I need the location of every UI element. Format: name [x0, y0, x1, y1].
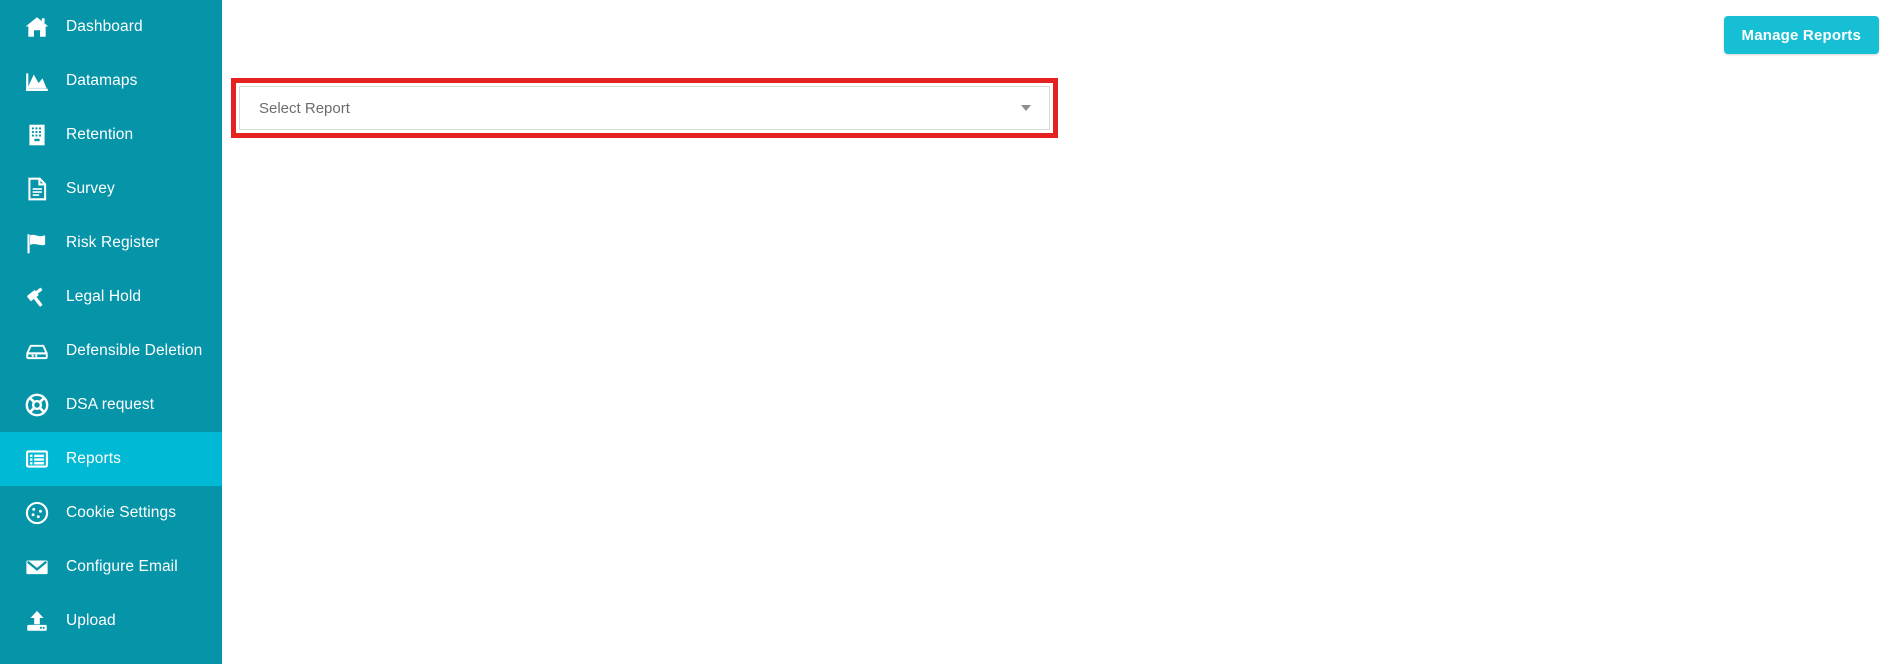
upload-icon [22, 606, 52, 636]
sidebar-item-label: Upload [66, 612, 116, 629]
sidebar-item-upload[interactable]: Upload [0, 594, 222, 648]
sidebar-item-label: Cookie Settings [66, 504, 177, 521]
sidebar-item-survey[interactable]: Survey [0, 162, 222, 216]
sidebar-item-dashboard[interactable]: Dashboard [0, 0, 222, 54]
sidebar-item-defensible-deletion[interactable]: Defensible Deletion [0, 324, 222, 378]
sidebar-item-label: Survey [66, 180, 115, 197]
lifebuoy-icon [22, 390, 52, 420]
sidebar-item-configure-email[interactable]: Configure Email [0, 540, 222, 594]
sidebar-item-label: DSA request [66, 396, 155, 413]
sidebar-item-label: Retention [66, 126, 134, 143]
envelope-icon [22, 552, 52, 582]
sidebar-item-retention[interactable]: Retention [0, 108, 222, 162]
list-report-icon [22, 444, 52, 474]
main-content: Manage Reports Select Report [222, 0, 1903, 664]
document-icon [22, 174, 52, 204]
report-select[interactable]: Select Report [239, 86, 1050, 130]
flag-icon [22, 228, 52, 258]
building-icon [22, 120, 52, 150]
sidebar-item-label: Risk Register [66, 234, 160, 251]
hard-drive-icon [22, 336, 52, 366]
app-root: Dashboard Datamaps Retention Survey Risk… [0, 0, 1903, 664]
manage-reports-button[interactable]: Manage Reports [1723, 16, 1879, 54]
sidebar: Dashboard Datamaps Retention Survey Risk… [0, 0, 222, 664]
cookie-icon [22, 498, 52, 528]
sidebar-item-label: Reports [66, 450, 121, 467]
sidebar-item-label: Configure Email [66, 558, 178, 575]
sidebar-item-datamaps[interactable]: Datamaps [0, 54, 222, 108]
home-icon [22, 12, 52, 42]
sidebar-item-dsa-request[interactable]: DSA request [0, 378, 222, 432]
sidebar-item-risk-register[interactable]: Risk Register [0, 216, 222, 270]
sidebar-item-label: Dashboard [66, 18, 143, 35]
chevron-down-icon[interactable] [1013, 87, 1039, 129]
sidebar-item-legal-hold[interactable]: Legal Hold [0, 270, 222, 324]
sidebar-item-label: Defensible Deletion [66, 342, 203, 359]
report-select-placeholder: Select Report [259, 99, 350, 117]
sidebar-item-label: Datamaps [66, 72, 138, 89]
area-chart-icon [22, 66, 52, 96]
gavel-icon [22, 282, 52, 312]
sidebar-item-cookie-settings[interactable]: Cookie Settings [0, 486, 222, 540]
sidebar-item-reports[interactable]: Reports [0, 432, 222, 486]
sidebar-item-label: Legal Hold [66, 288, 142, 305]
